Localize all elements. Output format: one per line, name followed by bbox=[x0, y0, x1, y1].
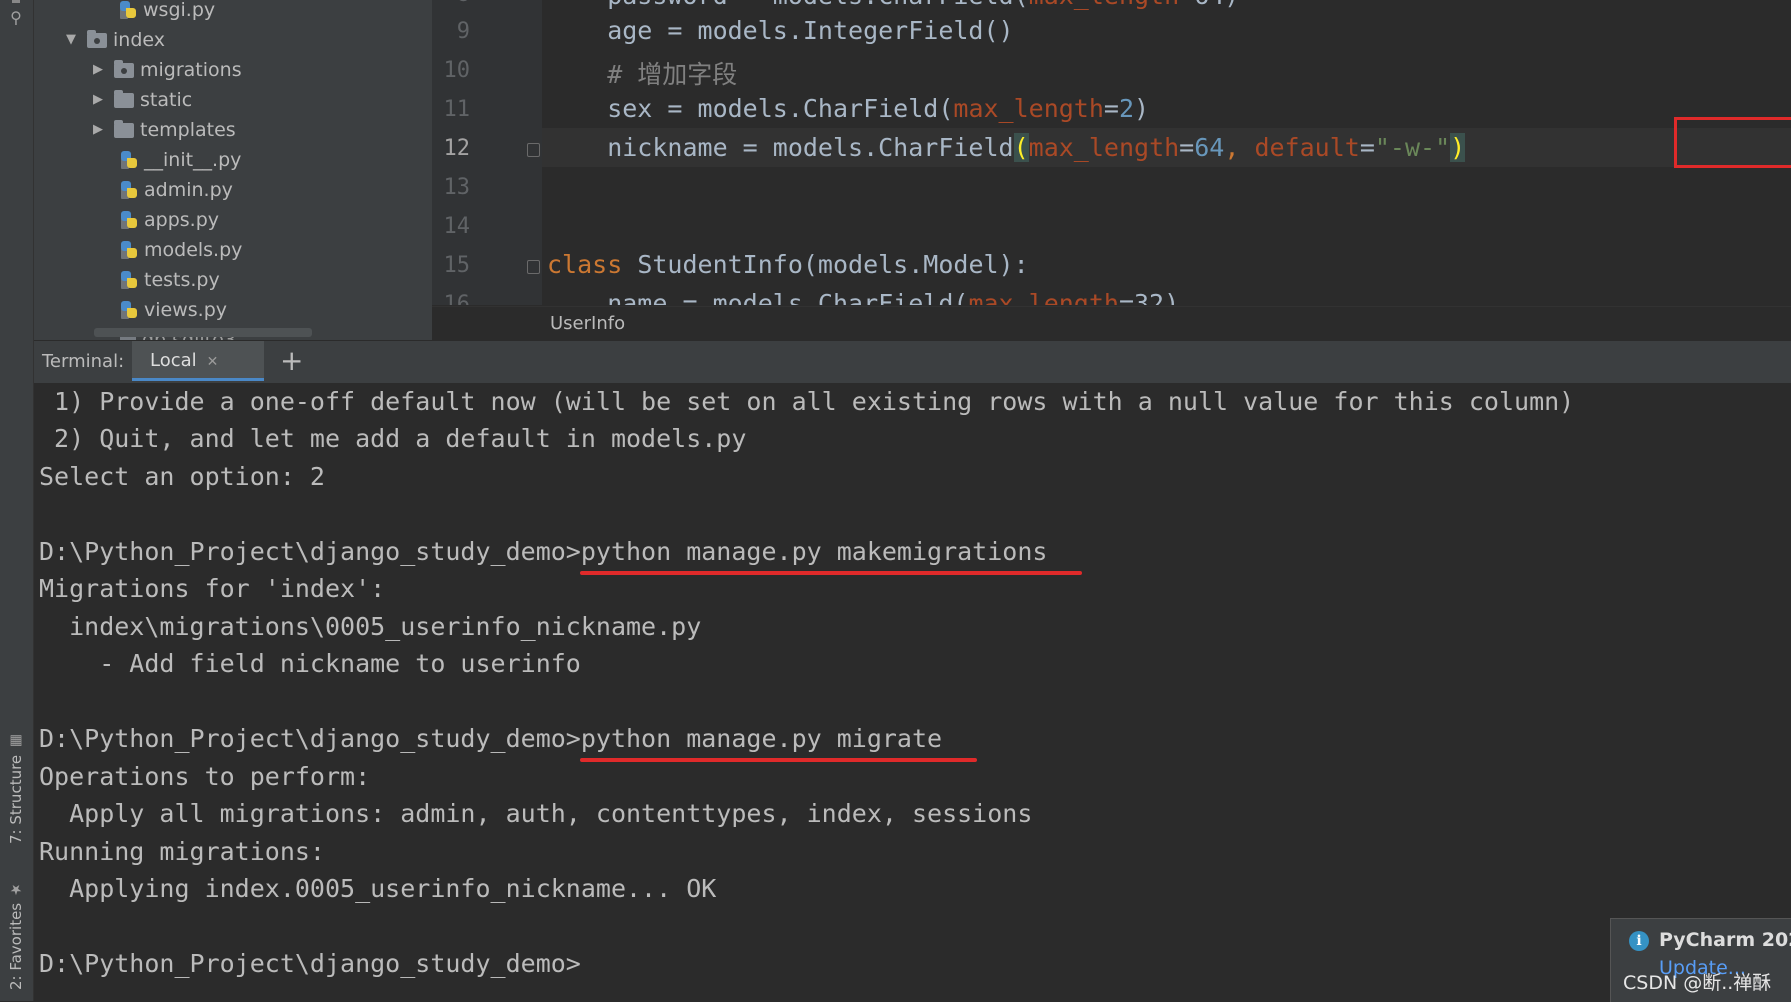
terminal-line: D:\Python_Project\django_study_demo>pyth… bbox=[39, 724, 943, 753]
terminal-line: D:\Python_Project\django_study_demo>pyth… bbox=[39, 537, 1048, 566]
tree-item-label: views.py bbox=[144, 299, 227, 321]
tree-item-label: apps.py bbox=[144, 209, 220, 231]
folder-icon bbox=[114, 119, 134, 138]
structure-tool-tab[interactable]: 7: Structure ▦ bbox=[3, 728, 29, 844]
tree-item-label: __init__.py bbox=[144, 149, 242, 171]
favorites-tool-tab[interactable]: 2: Favorites ★ bbox=[3, 874, 29, 990]
terminal-line: Select an option: 2 bbox=[39, 462, 325, 491]
collapse-arrow-icon[interactable]: ▶ bbox=[88, 115, 108, 145]
python-file-icon bbox=[120, 300, 138, 320]
tree-item-tests[interactable]: tests.py bbox=[120, 265, 220, 295]
tree-item-label: wsgi.py bbox=[143, 0, 216, 21]
line-number: 11 bbox=[443, 97, 471, 122]
favorites-tab-label: 2: Favorites bbox=[7, 902, 25, 990]
tree-item-models[interactable]: models.py bbox=[120, 235, 242, 265]
python-file-icon bbox=[120, 210, 138, 230]
line-number: 13 bbox=[443, 175, 471, 200]
terminal-line: Operations to perform: bbox=[39, 762, 371, 791]
expand-arrow-icon[interactable]: ▼ bbox=[61, 25, 81, 55]
breadcrumb-bar: UserInfo bbox=[432, 306, 1791, 341]
tree-item-static[interactable]: ▶ static bbox=[88, 85, 192, 115]
terminal-line: Running migrations: bbox=[39, 837, 325, 866]
terminal-line: Applying index.0005_userinfo_nickname...… bbox=[39, 874, 717, 903]
terminal-line: 2) Quit, and let me add a default in mod… bbox=[39, 424, 747, 453]
terminal-line: 1) Provide a one-off default now (will b… bbox=[39, 387, 1575, 416]
collapse-arrow-icon[interactable]: ▶ bbox=[88, 85, 108, 115]
tree-item-views[interactable]: views.py bbox=[120, 295, 227, 325]
add-tab-icon[interactable]: + bbox=[280, 343, 303, 379]
line-number: 15 bbox=[443, 253, 471, 278]
folder-icon bbox=[114, 89, 134, 108]
terminal-line: Migrations for 'index': bbox=[39, 574, 386, 603]
python-file-icon bbox=[120, 150, 138, 170]
fold-marker-icon[interactable] bbox=[527, 260, 540, 274]
line-number: 12 bbox=[443, 136, 471, 161]
package-folder-icon bbox=[114, 59, 134, 78]
tree-item-label: index bbox=[113, 29, 165, 51]
project-tree-panel: wsgi.py ▼ index ▶ migrations ▶ static ▶ … bbox=[34, 0, 432, 340]
tree-item-admin[interactable]: admin.py bbox=[120, 175, 233, 205]
structure-tab-label: 7: Structure bbox=[7, 754, 25, 844]
line-number: 14 bbox=[443, 214, 471, 239]
package-folder-icon bbox=[87, 29, 107, 48]
tree-item-label: templates bbox=[140, 119, 236, 141]
code-line-current: nickname = models.CharField(max_length=6… bbox=[547, 133, 1466, 162]
tree-item-apps[interactable]: apps.py bbox=[120, 205, 219, 235]
tree-item-migrations[interactable]: ▶ migrations bbox=[88, 55, 242, 85]
collapse-arrow-icon[interactable]: ▶ bbox=[88, 55, 108, 85]
line-number: 16 bbox=[443, 292, 471, 305]
structure-icon: ▦ bbox=[8, 732, 24, 749]
tab-label: Local bbox=[150, 350, 197, 371]
tree-item-label: models.py bbox=[144, 239, 243, 261]
python-file-icon bbox=[120, 270, 138, 290]
code-editor[interactable]: 8 9 10 11 12 13 14 15 16 password = mode… bbox=[432, 0, 1791, 305]
tree-item-index[interactable]: ▼ index bbox=[61, 25, 165, 55]
tree-item-label: tests.py bbox=[144, 269, 220, 291]
python-file-icon bbox=[119, 0, 137, 20]
underline-makemigrations bbox=[580, 571, 1082, 575]
code-comment: # 增加字段 bbox=[547, 60, 738, 89]
fold-marker-icon[interactable] bbox=[527, 143, 540, 157]
terminal-line: Apply all migrations: admin, auth, conte… bbox=[39, 799, 1033, 828]
python-file-icon bbox=[120, 180, 138, 200]
terminal-label: Terminal: bbox=[42, 351, 125, 372]
search-structure-icon[interactable]: ⚲ bbox=[6, 8, 26, 30]
line-number: 10 bbox=[443, 58, 471, 83]
terminal-line: D:\Python_Project\django_study_demo> bbox=[39, 949, 581, 978]
highlight-box-default bbox=[1674, 117, 1791, 168]
code-line: password = models.CharField(max_length=6… bbox=[547, 0, 1239, 10]
editor-gutter: 8 9 10 11 12 13 14 15 16 bbox=[432, 0, 542, 305]
line-number: 9 bbox=[456, 19, 470, 44]
tree-item-label: admin.py bbox=[144, 179, 233, 201]
python-file-icon bbox=[120, 240, 138, 260]
tool-window-strip: ⚲ 7: Structure ▦ 2: Favorites ★ bbox=[0, 0, 34, 1001]
close-icon[interactable]: ✕ bbox=[207, 354, 219, 370]
code-line: age = models.IntegerField() bbox=[547, 16, 1014, 45]
tree-item-wsgi[interactable]: wsgi.py bbox=[119, 0, 215, 25]
notification-title: PyCharm 2021. bbox=[1659, 929, 1791, 951]
line-number: 8 bbox=[432, 0, 470, 7]
strip-top-marker bbox=[12, 0, 20, 3]
tab-local[interactable]: Local ✕ bbox=[132, 341, 264, 381]
breadcrumb-item[interactable]: UserInfo bbox=[550, 313, 625, 334]
tree-item-label: static bbox=[140, 89, 193, 111]
code-line: class StudentInfo(models.Model): bbox=[547, 250, 1029, 279]
terminal-header: Terminal: Local ✕ + bbox=[34, 340, 1791, 384]
terminal-line: - Add field nickname to userinfo bbox=[39, 649, 581, 678]
code-line: sex = models.CharField(max_length=2) bbox=[547, 94, 1150, 123]
terminal-output[interactable]: 1) Provide a one-off default now (will b… bbox=[34, 383, 1791, 1001]
tree-horizontal-scrollbar[interactable] bbox=[94, 328, 312, 337]
terminal-line: index\migrations\0005_userinfo_nickname.… bbox=[39, 612, 702, 641]
tree-item-init[interactable]: __init__.py bbox=[120, 145, 241, 175]
watermark: CSDN @断..禅酥 bbox=[1623, 972, 1772, 994]
tree-item-templates[interactable]: ▶ templates bbox=[88, 115, 236, 145]
tree-item-label: migrations bbox=[140, 59, 242, 81]
code-line: name = models.CharField(max_length=32) bbox=[547, 289, 1180, 305]
underline-migrate bbox=[580, 758, 977, 762]
info-icon: i bbox=[1629, 931, 1649, 951]
star-icon: ★ bbox=[8, 880, 24, 897]
